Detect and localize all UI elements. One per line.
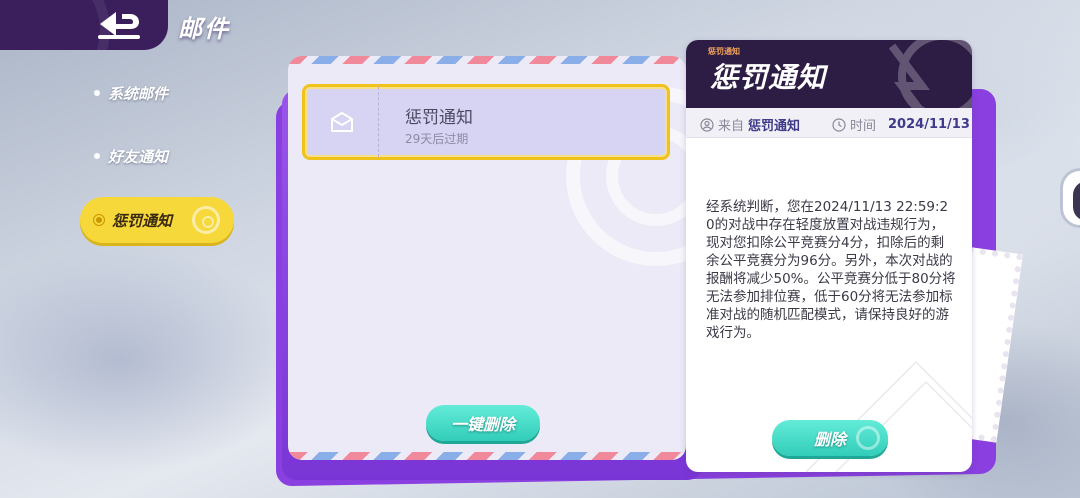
from-label: 来自 <box>718 119 745 134</box>
pokeball-icon <box>856 426 880 450</box>
meta-time: 时间 2024/11/13 <box>832 115 970 134</box>
delete-all-label: 一键删除 <box>450 415 515 434</box>
from-value: 惩罚通知 <box>748 119 801 134</box>
time-value: 2024/11/13 <box>888 117 970 132</box>
user-icon <box>700 117 714 132</box>
page-title: 邮件 <box>178 15 230 43</box>
delete-all-button[interactable]: 一键删除 <box>426 405 540 441</box>
airmail-border-bottom <box>288 452 686 460</box>
sidebar-item-friend-notice[interactable]: 好友通知 <box>80 133 234 179</box>
sidebar-item-penalty-notice[interactable]: 惩罚通知 <box>80 197 234 243</box>
pokeball-icon <box>192 206 220 234</box>
envelope-icon <box>330 112 353 132</box>
detail-header: 惩罚通知 惩罚通知 <box>686 40 972 108</box>
delete-button[interactable]: 删除 <box>772 420 888 456</box>
time-label: 时间 <box>850 119 877 134</box>
back-button[interactable] <box>94 8 144 40</box>
avatar[interactable] <box>1060 168 1080 228</box>
mail-item-title: 惩罚通知 <box>405 108 473 128</box>
sidebar-item-label: 系统邮件 <box>108 84 169 103</box>
mail-detail-card: 惩罚通知 惩罚通知 来自 惩罚通知 时间 2024/11/13 经系统判断，您在… <box>686 40 972 472</box>
mail-icon-box <box>305 87 379 157</box>
return-arrow-icon <box>98 12 140 39</box>
sparkle-decoration-icon <box>888 40 972 108</box>
clock-icon <box>832 117 846 132</box>
bullet-icon <box>94 90 100 96</box>
mail-list-item[interactable]: 惩罚通知 29天后过期 <box>302 84 670 160</box>
delete-label: 删除 <box>813 430 846 449</box>
detail-title: 惩罚通知 <box>710 61 827 94</box>
bullet-icon <box>94 153 100 159</box>
airmail-border-top <box>288 56 686 64</box>
detail-meta-row: 来自 惩罚通知 时间 2024/11/13 <box>686 108 972 138</box>
sidebar-item-label: 好友通知 <box>108 147 169 166</box>
sidebar-item-label: 惩罚通知 <box>112 211 173 230</box>
meta-from: 来自 惩罚通知 <box>700 115 800 134</box>
detail-body: 经系统判断，您在2024/11/13 22:59:20的对战中存在轻度放置对战违… <box>706 199 956 341</box>
mail-item-expiry: 29天后过期 <box>405 132 469 146</box>
header-tab <box>0 0 168 50</box>
sidebar-item-system-mail[interactable]: 系统邮件 <box>80 70 234 116</box>
bullet-icon <box>93 214 105 226</box>
